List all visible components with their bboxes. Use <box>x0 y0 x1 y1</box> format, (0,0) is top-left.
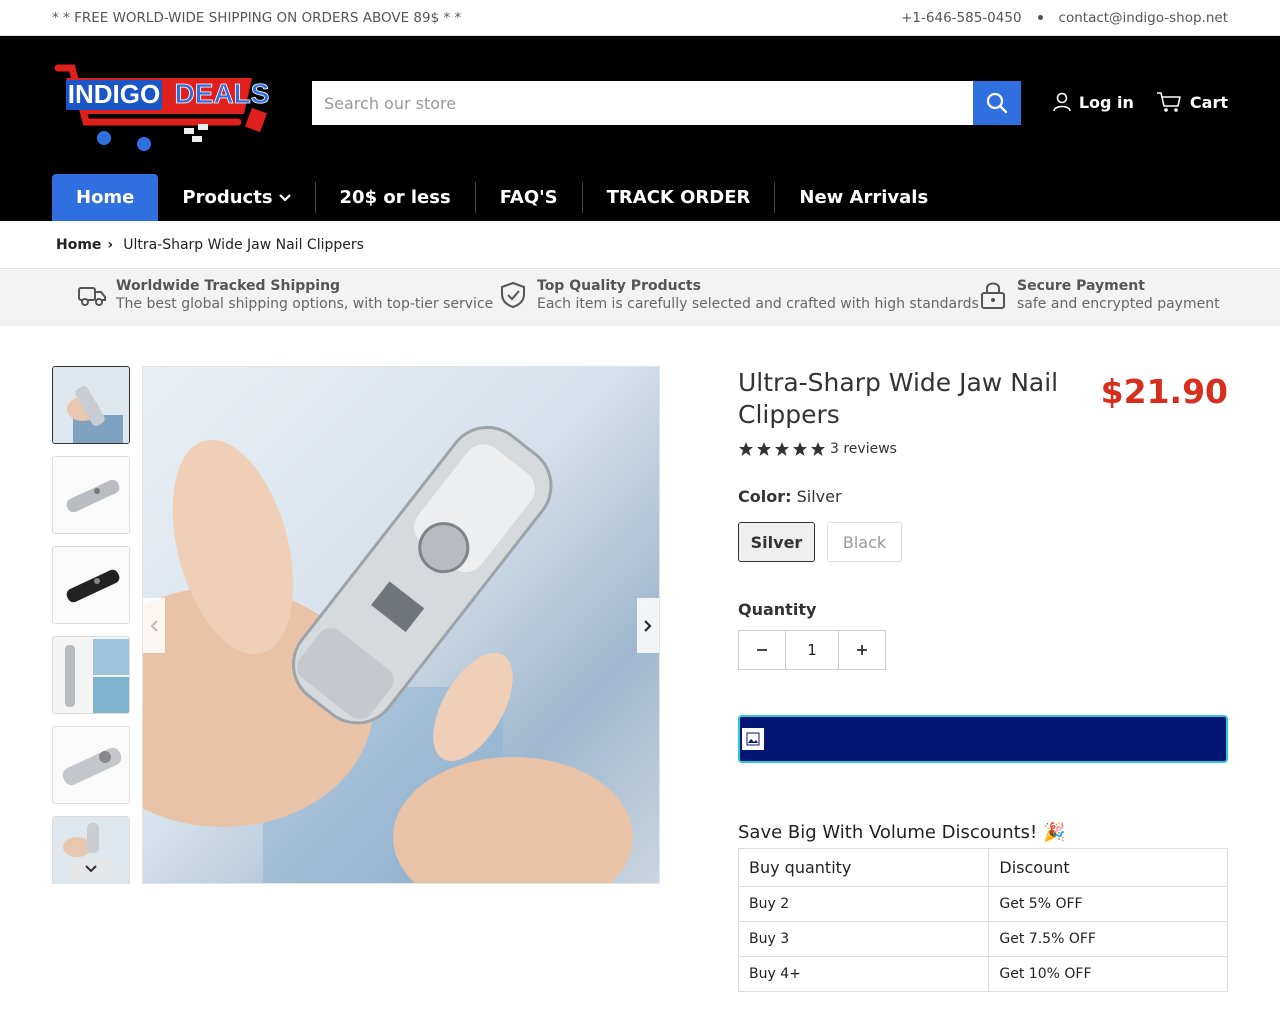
thumbnails-scroll-down-button[interactable] <box>68 858 114 880</box>
color-selector-label: Color: Silver <box>738 487 842 506</box>
search-input[interactable]: Search our store <box>312 81 973 125</box>
table-cell: Get 5% OFF <box>988 886 1228 922</box>
plus-icon <box>857 645 867 655</box>
breadcrumb: Home › Ultra-Sharp Wide Jaw Nail Clipper… <box>0 221 1280 269</box>
nav-label: FAQ'S <box>499 187 558 208</box>
nav-item-products[interactable]: Products <box>158 174 314 221</box>
previous-image-button[interactable] <box>143 598 165 653</box>
chevron-down-icon <box>278 193 291 202</box>
email-link[interactable]: contact@indigo-shop.net <box>1059 10 1228 26</box>
feature-quality: Top Quality Products Each item is carefu… <box>499 278 979 312</box>
column-header: Buy quantity <box>737 848 990 887</box>
table-cell: Get 10% OFF <box>988 956 1228 992</box>
search-bar: Search our store <box>312 81 1021 125</box>
contact-info: +1-646-585-0450 contact@indigo-shop.net <box>901 10 1228 26</box>
nav-label: TRACK ORDER <box>606 187 751 208</box>
product-price: $21.90 <box>1100 372 1228 411</box>
breadcrumb-current: Ultra-Sharp Wide Jaw Nail Clippers <box>123 236 364 253</box>
nav-label: Home <box>76 187 135 208</box>
feature-shipping: Worldwide Tracked Shipping The best glob… <box>78 278 493 312</box>
table-row: Buy 3 Get 7.5% OFF <box>737 921 1228 957</box>
feature-text: The best global shipping options, with t… <box>116 296 494 312</box>
search-button[interactable] <box>973 81 1021 125</box>
nav-label: New Arrivals <box>799 187 929 208</box>
next-image-button[interactable] <box>637 598 659 653</box>
nav-item-under-20[interactable]: 20$ or less <box>316 174 475 221</box>
feature-title: Worldwide Tracked Shipping <box>116 278 341 294</box>
table-header-row: Buy quantity Discount <box>737 848 1228 887</box>
chevron-right-icon: › <box>107 236 114 253</box>
cart-link[interactable]: Cart <box>1156 91 1228 113</box>
thumbnail[interactable] <box>52 456 130 534</box>
nav-item-track-order[interactable]: TRACK ORDER <box>583 174 775 221</box>
shield-check-icon <box>501 281 525 309</box>
volume-discount-table: Buy quantity Discount Buy 2 Get 5% OFF B… <box>737 848 1228 992</box>
product-photo <box>143 425 633 883</box>
feature-strip: Worldwide Tracked Shipping The best glob… <box>0 270 1280 326</box>
feature-text: Each item is carefully selected and craf… <box>537 296 979 312</box>
review-count: 3 reviews <box>830 441 897 457</box>
minus-icon <box>757 649 767 651</box>
volume-discount-title: Save Big With Volume Discounts! 🎉 <box>738 822 1066 843</box>
nav-label: 20$ or less <box>339 187 451 208</box>
chevron-down-icon <box>85 865 97 873</box>
site-header: INDIGO DEALS Search our store Log in Car… <box>0 36 1280 221</box>
logo-text-deals: DEALS <box>175 78 270 109</box>
main-navigation: Home Products 20$ or less FAQ'S TRACK OR… <box>52 174 952 221</box>
broken-image-icon <box>742 728 764 750</box>
feature-secure-payment: Secure Payment safe and encrypted paymen… <box>979 278 1220 312</box>
add-to-cart-button[interactable] <box>738 715 1228 763</box>
quantity-decrease-button[interactable] <box>739 631 785 669</box>
phone-link[interactable]: +1-646-585-0450 <box>901 10 1021 26</box>
announcement-bar: * * FREE WORLD-WIDE SHIPPING ON ORDERS A… <box>0 0 1280 36</box>
truck-icon <box>78 287 106 306</box>
table-cell: Buy 3 <box>737 921 990 957</box>
promo-text: * * FREE WORLD-WIDE SHIPPING ON ORDERS A… <box>52 9 462 26</box>
color-option-black[interactable]: Black <box>827 522 902 562</box>
table-row: Buy 4+ Get 10% OFF <box>737 956 1228 992</box>
quantity-stepper: 1 <box>738 630 886 670</box>
cart-label: Cart <box>1189 92 1228 112</box>
chevron-right-icon <box>644 619 652 632</box>
color-label: Color: <box>738 487 792 506</box>
feature-title: Secure Payment <box>1017 278 1145 294</box>
search-icon <box>986 92 1008 114</box>
login-link[interactable]: Log in <box>1053 91 1134 113</box>
thumbnail[interactable] <box>52 546 130 624</box>
nav-item-faq[interactable]: FAQ'S <box>476 174 582 221</box>
breadcrumb-home[interactable]: Home <box>56 237 101 253</box>
nav-label: Products <box>182 187 273 208</box>
table-cell: Get 7.5% OFF <box>988 921 1228 957</box>
thumbnail[interactable] <box>52 366 130 444</box>
quantity-label: Quantity <box>738 600 817 619</box>
nav-item-home[interactable]: Home <box>52 174 159 221</box>
thumbnail[interactable] <box>52 726 130 804</box>
nav-item-new-arrivals[interactable]: New Arrivals <box>775 174 952 221</box>
table-cell: Buy 4+ <box>737 956 990 992</box>
product-rating[interactable]: 3 reviews <box>738 441 897 457</box>
quantity-increase-button[interactable] <box>839 631 885 669</box>
login-label: Log in <box>1078 92 1134 112</box>
logo-text-indigo: INDIGO <box>68 79 160 109</box>
chevron-left-icon <box>150 619 158 632</box>
star-rating-icon <box>739 442 825 456</box>
quantity-input[interactable]: 1 <box>785 631 839 669</box>
separator-dot <box>1037 15 1043 20</box>
table-cell: Buy 2 <box>737 886 990 922</box>
cart-icon <box>1156 92 1181 112</box>
thumbnail[interactable] <box>52 636 130 714</box>
feature-text: safe and encrypted payment <box>1017 296 1220 312</box>
product-title: Ultra-Sharp Wide Jaw Nail Clippers <box>738 368 1059 429</box>
indigo-deals-logo[interactable]: INDIGO DEALS <box>52 56 274 152</box>
column-header: Discount <box>988 848 1228 887</box>
selected-color-value: Silver <box>796 487 842 506</box>
lock-icon <box>981 282 1005 309</box>
thumbnail-gallery <box>52 366 130 884</box>
user-icon <box>1053 92 1071 112</box>
main-product-image[interactable] <box>142 366 660 884</box>
feature-title: Top Quality Products <box>537 278 701 294</box>
table-row: Buy 2 Get 5% OFF <box>737 886 1228 922</box>
account-links: Log in Cart <box>1053 91 1228 113</box>
color-option-silver[interactable]: Silver <box>738 522 815 562</box>
